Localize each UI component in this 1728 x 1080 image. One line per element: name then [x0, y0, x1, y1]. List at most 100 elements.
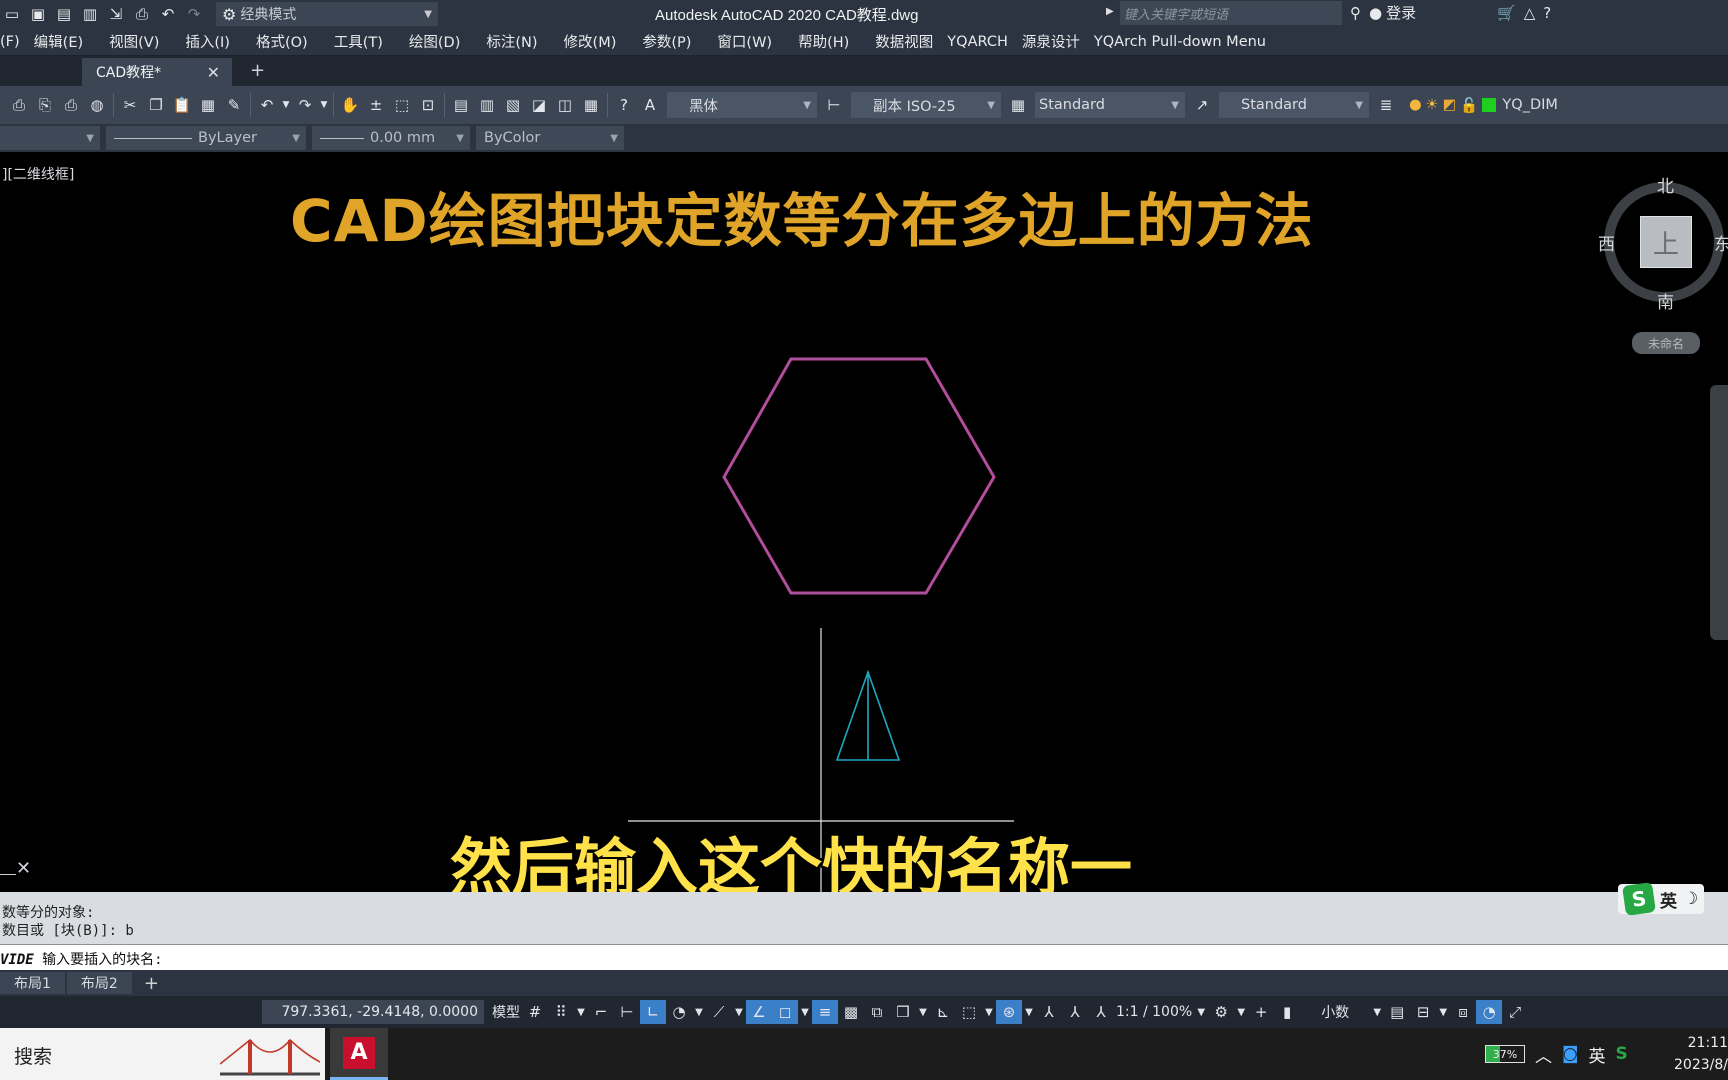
sheet-set-icon[interactable]: ◪ [526, 92, 552, 118]
cart-icon[interactable]: 🛒 [1497, 4, 1516, 22]
new-tab-button[interactable]: + [250, 60, 265, 81]
menu-yqarch[interactable]: YQARCH [947, 34, 1008, 50]
plot-icon[interactable]: ⎙ [130, 2, 154, 26]
annotation-visibility-icon[interactable]: ⅄ [1036, 1000, 1062, 1024]
layer-properties-icon[interactable]: ≣ [1373, 92, 1399, 118]
tab-layout1[interactable]: 布局1 [0, 972, 65, 994]
menu-file[interactable]: (F) [0, 34, 20, 50]
menu-insert[interactable]: 插入(I) [185, 31, 230, 52]
ucs-menu[interactable]: 未命名 [1632, 332, 1700, 354]
ortho-icon[interactable]: ∟ [640, 1000, 666, 1024]
units-value[interactable]: 小数 [1300, 1000, 1370, 1024]
command-line-input[interactable]: VIDE 输入要插入的块名: [0, 944, 1728, 970]
login-button[interactable]: ● 登录 [1369, 2, 1489, 23]
multileader-style-select[interactable]: Standard ▼ [1219, 92, 1369, 118]
chevron-down-icon[interactable]: ▼ [1194, 1000, 1208, 1024]
chevron-down-icon[interactable]: ▼ [1436, 1000, 1450, 1024]
dynamic-ucs-icon[interactable]: ⊾ [930, 1000, 956, 1024]
plot-icon[interactable]: ⎙ [6, 92, 32, 118]
polar-tracking-icon[interactable]: ◔ [666, 1000, 692, 1024]
menu-data-view[interactable]: 数据视图 [875, 31, 933, 52]
chevron-down-icon[interactable]: ▼ [982, 1000, 996, 1024]
lineweight-icon[interactable]: ≡ [812, 1000, 838, 1024]
ime-language[interactable]: 英 [1660, 887, 1677, 912]
chevron-down-icon[interactable]: ▼ [280, 92, 292, 118]
sogou-tray-icon[interactable]: S [1616, 1044, 1628, 1064]
drawing-canvas[interactable]: ][二维线框] CAD绘图把块定数等分在多边上的方法 然后输入这个快的名称一 ✕ [0, 152, 1728, 904]
menu-modify[interactable]: 修改(M) [564, 31, 617, 52]
menu-format[interactable]: 格式(O) [256, 31, 308, 52]
auto-scale-icon[interactable]: ⅄ [1062, 1000, 1088, 1024]
chevron-down-icon[interactable]: ▼ [574, 1000, 588, 1024]
binoculars-icon[interactable]: ⚲ [1350, 4, 1361, 22]
chevron-up-icon[interactable]: ︿ [1535, 1042, 1552, 1067]
taskbar-search-box[interactable]: 搜索 [0, 1028, 325, 1080]
zoom-realtime-icon[interactable]: ± [363, 92, 389, 118]
object-snap-tracking-icon[interactable]: ∠ [746, 1000, 772, 1024]
selection-cycling-icon[interactable]: ⧉ [864, 1000, 890, 1024]
zoom-previous-icon[interactable]: ⊡ [415, 92, 441, 118]
hexagon-polyline[interactable] [722, 357, 996, 595]
ime-toolbar[interactable]: S 英 ☽ [1618, 882, 1705, 916]
save-as-icon[interactable]: ▤ [52, 2, 76, 26]
compass-north[interactable]: 北 [1657, 172, 1674, 197]
help-icon[interactable]: ? [1543, 4, 1551, 22]
pan-icon[interactable]: ✋ [337, 92, 363, 118]
table-style-select[interactable]: Standard ▼ [1035, 92, 1185, 118]
undo-icon[interactable]: ↶ [156, 2, 180, 26]
compass-east[interactable]: 东 [1714, 230, 1728, 255]
annotation-scale-value[interactable]: 1:1 / 100% [1114, 1000, 1194, 1024]
a360-icon[interactable]: △ [1524, 4, 1536, 22]
selection-filter-icon[interactable]: ⬚ [956, 1000, 982, 1024]
compass-south[interactable]: 南 [1657, 288, 1674, 313]
viewcube-face-top[interactable]: 上 [1640, 216, 1692, 268]
isolate-objects-icon[interactable]: ⧈ [1450, 1000, 1476, 1024]
workspace-select[interactable]: ⚙ 经典模式 ▼ [216, 2, 438, 26]
tray-ime-language[interactable]: 英 [1589, 1042, 1606, 1067]
battery-indicator[interactable]: 37% [1485, 1045, 1525, 1063]
menu-view[interactable]: 视图(V) [109, 31, 159, 52]
gizmo-icon[interactable]: ⊛ [996, 1000, 1022, 1024]
infer-constraints-icon[interactable]: ⌐ [588, 1000, 614, 1024]
chevron-down-icon[interactable]: ▼ [692, 1000, 706, 1024]
properties-icon[interactable]: ▤ [448, 92, 474, 118]
annotation-scale-icon[interactable]: ⅄ [1088, 1000, 1114, 1024]
help-icon[interactable]: ? [611, 92, 637, 118]
3d-dwf-icon[interactable]: ◍ [84, 92, 110, 118]
close-icon[interactable]: ✕ [207, 63, 220, 82]
zoom-window-icon[interactable]: ⬚ [389, 92, 415, 118]
menu-window[interactable]: 窗口(W) [717, 31, 772, 52]
transparency-icon[interactable]: ▩ [838, 1000, 864, 1024]
coordinates-readout[interactable]: 797.3361, -29.4148, 0.0000 [262, 1000, 484, 1024]
chevron-down-icon[interactable]: ▼ [1022, 1000, 1036, 1024]
compass-west[interactable]: 西 [1598, 230, 1615, 255]
tool-palettes-icon[interactable]: ▧ [500, 92, 526, 118]
menu-help[interactable]: 帮助(H) [798, 31, 849, 52]
grid-icon[interactable]: # [522, 1000, 548, 1024]
plotstyle-select[interactable]: ByColor ▼ [476, 126, 624, 150]
clean-screen-icon[interactable]: ⤢ [1502, 1000, 1528, 1024]
tray-app-icon[interactable]: ◙ [1562, 1044, 1579, 1064]
lineweight-select[interactable]: 0.00 mm ▼ [312, 126, 470, 150]
quick-properties-icon[interactable]: ▤ [1384, 1000, 1410, 1024]
dynamic-input-icon[interactable]: ⊢ [614, 1000, 640, 1024]
3d-osnap-icon[interactable]: ❒ [890, 1000, 916, 1024]
calculator-icon[interactable]: ▦ [578, 92, 604, 118]
add-layout-button[interactable]: + [144, 973, 159, 994]
dim-style-select[interactable]: 副本 ISO-25 ▼ [851, 92, 1001, 118]
model-space-button[interactable]: 模型 [490, 1000, 522, 1024]
object-snap-icon[interactable]: ◻ [772, 1000, 798, 1024]
chevron-down-icon[interactable]: ▼ [1370, 1000, 1384, 1024]
units-icon[interactable]: ▮ [1274, 1000, 1300, 1024]
match-properties-icon[interactable]: ▦ [195, 92, 221, 118]
block-editor-icon[interactable]: ✎ [221, 92, 247, 118]
tab-document[interactable]: CAD教程* ✕ [82, 58, 232, 86]
chevron-down-icon[interactable]: ▼ [1234, 1000, 1248, 1024]
menu-yuanquan[interactable]: 源泉设计 [1022, 31, 1080, 52]
linetype-select[interactable]: ByLayer ▼ [106, 126, 306, 150]
publish-icon[interactable]: ⇲ [104, 2, 128, 26]
redo-icon[interactable]: ↷ [292, 92, 318, 118]
isodraft-icon[interactable]: ⟋ [706, 1000, 732, 1024]
save-icon[interactable]: ▣ [26, 2, 50, 26]
chevron-down-icon[interactable]: ▼ [318, 92, 330, 118]
